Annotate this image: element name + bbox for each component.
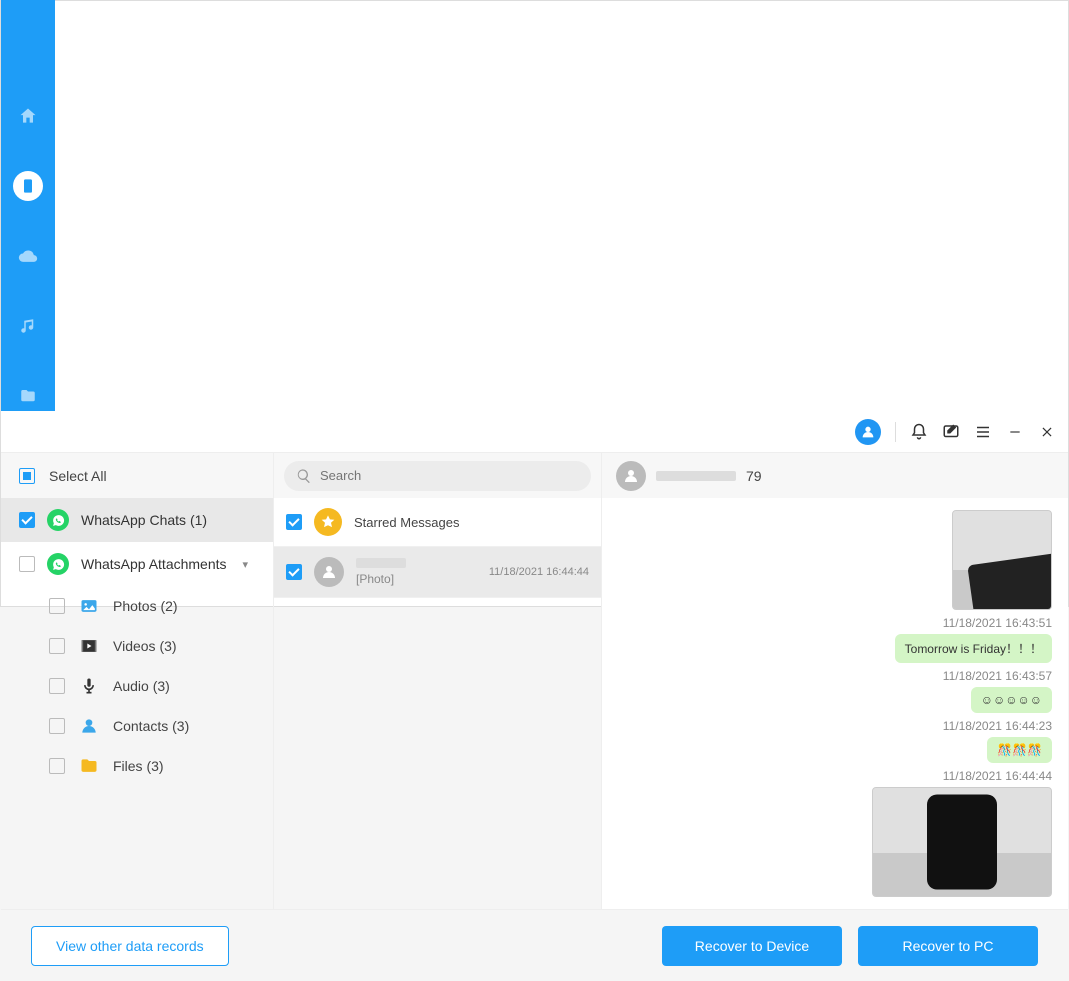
left-nav (1, 1, 55, 411)
subcategory-label: Files (3) (113, 758, 164, 774)
checkbox[interactable] (49, 638, 65, 654)
redacted-name (356, 558, 406, 568)
photo-thumbnail[interactable] (872, 787, 1052, 897)
subcategory-label: Photos (2) (113, 598, 178, 614)
starred-label: Starred Messages (354, 515, 589, 530)
subcategory-contacts[interactable]: Contacts (3) (1, 706, 273, 746)
separator (895, 422, 896, 442)
subcategory-label: Audio (3) (113, 678, 170, 694)
checkbox[interactable] (49, 598, 65, 614)
feedback-icon[interactable] (942, 423, 960, 441)
close-icon[interactable] (1038, 423, 1056, 441)
nav-music[interactable] (13, 311, 43, 341)
files-icon (79, 756, 99, 776)
chat-preview: [Photo] (356, 572, 477, 586)
checkbox[interactable] (19, 512, 35, 528)
category-whatsapp-chats[interactable]: WhatsApp Chats (1) (1, 498, 273, 542)
message-timestamp: 11/18/2021 16:43:51 (943, 616, 1052, 630)
recover-to-pc-button[interactable]: Recover to PC (858, 926, 1038, 966)
recover-to-device-button[interactable]: Recover to Device (662, 926, 842, 966)
category-panel: Select All WhatsApp Chats (1) WhatsApp A… (1, 453, 274, 909)
chat-timestamp: 11/18/2021 16:44:44 (489, 566, 589, 578)
subcategory-audio[interactable]: Audio (3) (1, 666, 273, 706)
category-label: WhatsApp Attachments (81, 556, 227, 572)
chat-list-item[interactable]: [Photo] 11/18/2021 16:44:44 (274, 547, 601, 598)
checkbox[interactable] (49, 718, 65, 734)
chat-name-suffix: 79 (746, 468, 762, 484)
titlebar (1, 411, 1068, 453)
chat-list-panel: Starred Messages [Photo] 11/18/2021 16:4… (274, 453, 602, 909)
bell-icon[interactable] (910, 423, 928, 441)
app-window: Select All WhatsApp Chats (1) WhatsApp A… (0, 0, 1069, 607)
app-logo (1, 0, 55, 1)
checkbox[interactable] (286, 514, 302, 530)
message-timestamp: 11/18/2021 16:43:57 (943, 669, 1052, 683)
category-label: WhatsApp Chats (1) (81, 512, 207, 528)
footer: View other data records Recover to Devic… (1, 909, 1068, 981)
checkbox[interactable] (286, 564, 302, 580)
main-body: Select All WhatsApp Chats (1) WhatsApp A… (1, 453, 1068, 909)
menu-icon[interactable] (974, 423, 992, 441)
subcategory-photos[interactable]: Photos (2) (1, 586, 273, 626)
nav-home[interactable] (13, 101, 43, 131)
checkbox[interactable] (19, 556, 35, 572)
message-item: 11/18/2021 16:43:51 Tomorrow is Friday！！… (618, 616, 1052, 663)
message-timestamp: 11/18/2021 16:44:44 (943, 769, 1052, 783)
photos-icon (79, 596, 99, 616)
message-bubble: Tomorrow is Friday！！！ (895, 634, 1052, 663)
messages-scroll[interactable]: 11/18/2021 16:43:51 Tomorrow is Friday！！… (602, 498, 1068, 909)
message-photo (618, 510, 1052, 610)
search-input[interactable] (320, 468, 579, 483)
whatsapp-icon (47, 553, 69, 575)
whatsapp-icon (47, 509, 69, 531)
message-timestamp: 11/18/2021 16:44:23 (943, 719, 1052, 733)
message-bubble: 🎊🎊🎊 (987, 737, 1052, 763)
select-all-checkbox[interactable] (19, 468, 35, 484)
star-icon (314, 508, 342, 536)
chat-header: 79 (602, 453, 1068, 498)
search-box[interactable] (284, 461, 591, 491)
message-item: 11/18/2021 16:44:23 🎊🎊🎊 (618, 719, 1052, 763)
message-item: 11/18/2021 16:43:57 ☺☺☺☺☺ (618, 669, 1052, 713)
subcategory-label: Contacts (3) (113, 718, 189, 734)
avatar-icon (616, 461, 646, 491)
message-bubble: ☺☺☺☺☺ (971, 687, 1052, 713)
checkbox[interactable] (49, 678, 65, 694)
message-panel: 79 11/18/2021 16:43:51 Tomorrow is Frida… (602, 453, 1068, 909)
search-row (274, 453, 601, 498)
redacted-name (656, 471, 736, 481)
view-other-records-button[interactable]: View other data records (31, 926, 229, 966)
subcategory-label: Videos (3) (113, 638, 177, 654)
nav-phone[interactable] (13, 171, 43, 201)
avatar-icon (314, 557, 344, 587)
subcategory-videos[interactable]: Videos (3) (1, 626, 273, 666)
select-all-row[interactable]: Select All (1, 453, 273, 498)
chevron-down-icon: ▾ (243, 558, 249, 571)
videos-icon (79, 636, 99, 656)
search-icon (296, 468, 312, 484)
checkbox[interactable] (49, 758, 65, 774)
starred-messages-row[interactable]: Starred Messages (274, 498, 601, 547)
photo-thumbnail[interactable] (952, 510, 1052, 610)
select-all-label: Select All (49, 468, 107, 484)
nav-folder[interactable] (13, 381, 43, 411)
audio-icon (79, 676, 99, 696)
contacts-icon (79, 716, 99, 736)
minimize-icon[interactable] (1006, 423, 1024, 441)
category-whatsapp-attachments[interactable]: WhatsApp Attachments ▾ (1, 542, 273, 586)
message-photo: 11/18/2021 16:44:44 (618, 769, 1052, 897)
subcategory-files[interactable]: Files (3) (1, 746, 273, 786)
user-avatar-icon[interactable] (855, 419, 881, 445)
nav-cloud[interactable] (13, 241, 43, 271)
